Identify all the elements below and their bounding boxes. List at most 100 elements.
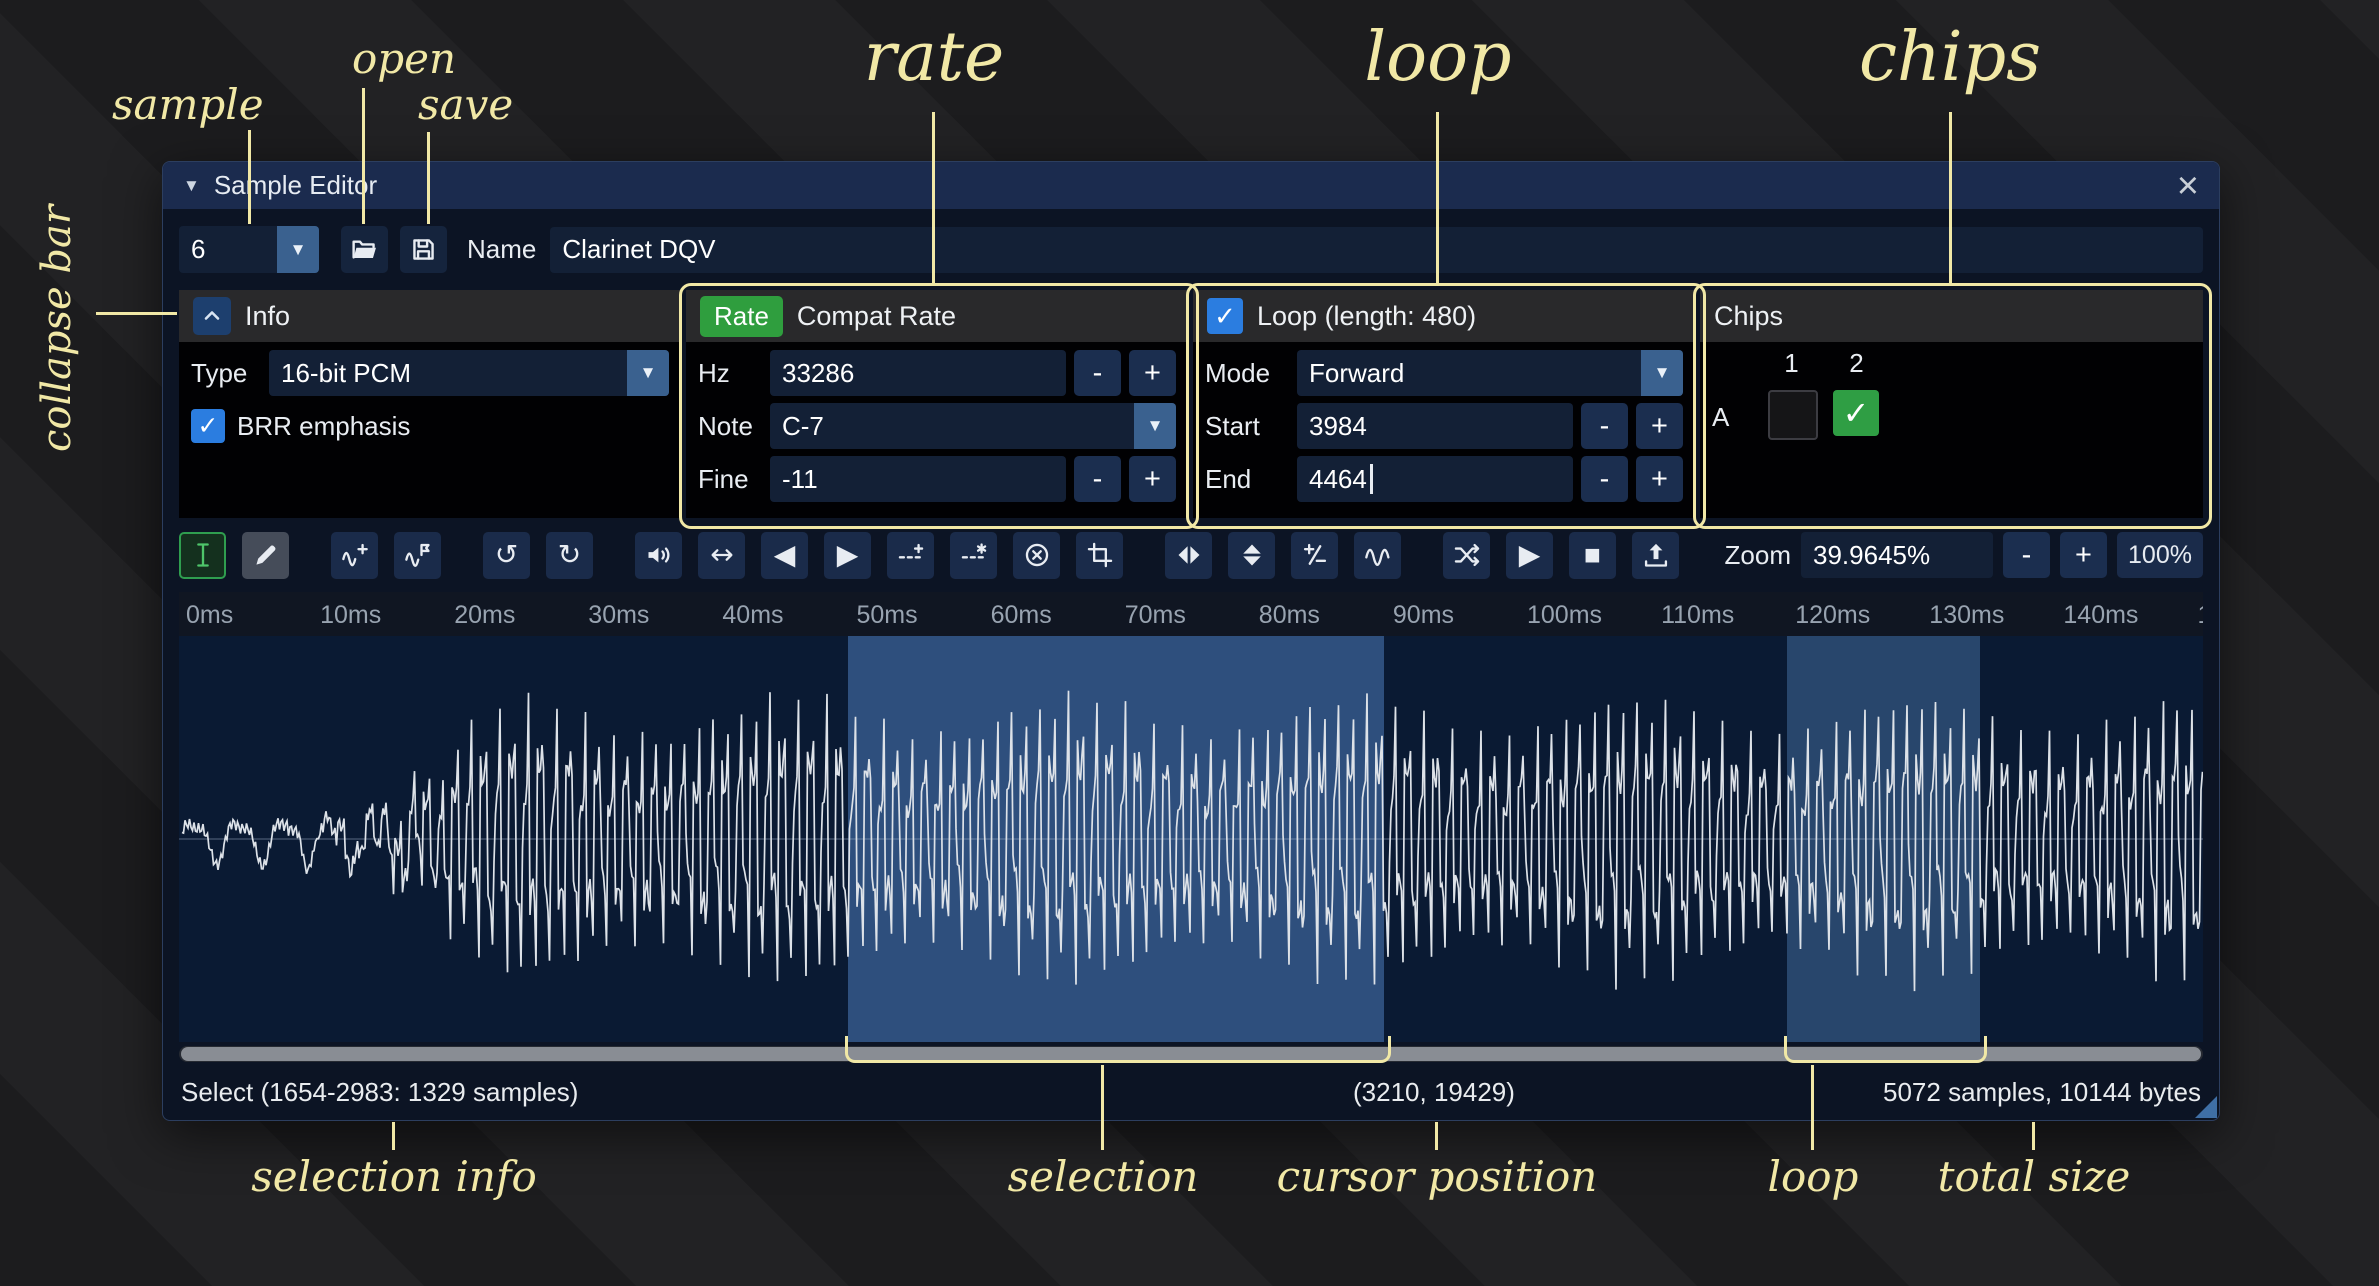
chevron-down-icon: ▼ [1641, 350, 1683, 396]
loop-end-increase-button[interactable]: + [1636, 456, 1683, 502]
preview-button[interactable]: ▶ [1506, 532, 1553, 579]
timeline-label: 110ms [1661, 601, 1734, 630]
loop-start-increase-button[interactable]: + [1636, 403, 1683, 449]
fine-label: Fine [698, 464, 770, 495]
chevron-down-icon: ▼ [1134, 403, 1176, 449]
waveform-scrollbar[interactable] [179, 1046, 2203, 1062]
fine-increase-button[interactable]: + [1129, 456, 1176, 502]
sample-toolbar: ↺ ↻ ◀ ▶ ▶ ■ Zoom 39.9645% - + 100% [179, 530, 2203, 580]
hz-decrease-button[interactable]: - [1074, 350, 1121, 396]
arrows-h-icon [708, 541, 736, 569]
reverse-button[interactable] [1165, 532, 1212, 579]
loop-start-input[interactable]: 3984 [1297, 403, 1573, 449]
timeline-label: 80ms [1259, 601, 1320, 630]
zoom-in-button[interactable]: + [2060, 532, 2107, 578]
sample-selector-value: 6 [179, 226, 277, 273]
wave-flag-icon [404, 541, 432, 569]
sample-type-dropdown[interactable]: 16-bit PCM ▼ [269, 350, 669, 396]
loop-mode-dropdown[interactable]: Forward ▼ [1297, 350, 1683, 396]
note-dropdown[interactable]: C-7 ▼ [770, 403, 1176, 449]
annotation-total-size: total size [1938, 1152, 2131, 1201]
hz-increase-button[interactable]: + [1129, 350, 1176, 396]
amplify-button[interactable] [635, 532, 682, 579]
reset-zoom-button[interactable]: 100% [2117, 532, 2203, 578]
cross-arrows-icon [1453, 541, 1481, 569]
folder-open-icon [350, 235, 379, 264]
titlebar[interactable]: ▼ Sample Editor × [163, 162, 2219, 209]
annotation-line-selection-info [392, 1122, 395, 1150]
brr-emphasis-checkbox[interactable]: ✓ [191, 409, 225, 443]
note-label: Note [698, 411, 770, 442]
loop-end-input[interactable]: 4464 [1297, 456, 1573, 502]
draw-tool-button[interactable] [242, 532, 289, 579]
sign-convert-button[interactable] [1291, 532, 1338, 579]
circle-x-icon [1023, 541, 1051, 569]
mirror-tri-icon [1175, 541, 1203, 569]
undo-icon: ↺ [495, 541, 518, 569]
timeline-ruler: 0ms10ms20ms30ms40ms50ms60ms70ms80ms90ms1… [179, 592, 2203, 636]
name-label: Name [467, 234, 536, 265]
waveform-plot [179, 636, 2203, 1042]
apply-silence-button[interactable] [950, 532, 997, 579]
normalize-button[interactable] [698, 532, 745, 579]
info-panel-title: Info [245, 301, 290, 332]
fine-decrease-button[interactable]: - [1074, 456, 1121, 502]
waveform-view[interactable] [179, 636, 2203, 1042]
dash-star-icon [960, 541, 988, 569]
annotation-selection: selection [1008, 1152, 1199, 1201]
zoom-out-button[interactable]: - [2003, 532, 2050, 578]
open-button[interactable] [341, 226, 388, 273]
window-collapse-icon[interactable]: ▼ [183, 176, 200, 196]
crossfade-loop-button[interactable] [1443, 532, 1490, 579]
collapse-info-button[interactable] [193, 297, 231, 335]
stop-icon: ■ [1584, 541, 1601, 569]
play-icon: ▶ [1519, 541, 1541, 569]
make-instrument-button[interactable] [1632, 532, 1679, 579]
close-icon[interactable]: × [2177, 167, 2199, 205]
annotation-cursor-position: cursor position [1277, 1152, 1598, 1201]
scrollbar-thumb[interactable] [181, 1047, 2201, 1061]
status-bar: Select (1654-2983: 1329 samples) (3210, … [179, 1066, 2203, 1116]
resize-button[interactable] [331, 532, 378, 579]
text-caret [1370, 464, 1373, 494]
fade-in-button[interactable]: ◀ [761, 532, 808, 579]
chip-1-checkbox[interactable] [1768, 390, 1818, 440]
select-tool-button[interactable] [179, 532, 226, 579]
name-input[interactable]: Clarinet DQV [550, 227, 2203, 273]
resize-grip[interactable] [2195, 1096, 2217, 1118]
chips-panel-title: Chips [1714, 301, 1783, 332]
filter-button[interactable] [1354, 532, 1401, 579]
zoom-input[interactable]: 39.9645% [1801, 532, 1993, 578]
annotation-collapse-bar: collapse bar [34, 205, 80, 452]
timeline-label: 70ms [1125, 601, 1186, 630]
insert-silence-button[interactable] [887, 532, 934, 579]
loop-end-decrease-button[interactable]: - [1581, 456, 1628, 502]
loop-enable-checkbox[interactable]: ✓ [1207, 298, 1243, 334]
info-panel: Info Type 16-bit PCM ▼ ✓ BRR emphasis [179, 290, 681, 518]
fade-in-icon: ◀ [774, 541, 796, 569]
zoom-label: Zoom [1725, 540, 1791, 571]
loop-start-decrease-button[interactable]: - [1581, 403, 1628, 449]
undo-button[interactable]: ↺ [483, 532, 530, 579]
loop-end-label: End [1205, 464, 1297, 495]
zoom-controls: Zoom 39.9645% - + 100% [1725, 532, 2203, 578]
sample-selector[interactable]: 6 ▼ [179, 226, 319, 273]
speaker-icon [645, 541, 673, 569]
annotation-selection-info: selection info [251, 1152, 537, 1201]
resample-button[interactable] [394, 532, 441, 579]
fade-out-button[interactable]: ▶ [824, 532, 871, 579]
fine-input[interactable]: -11 [770, 456, 1066, 502]
invert-button[interactable] [1228, 532, 1275, 579]
trim-button[interactable] [1076, 532, 1123, 579]
chip-column-2: 2 [1833, 348, 1880, 379]
timeline-label: 50ms [857, 601, 918, 630]
save-button[interactable] [400, 226, 447, 273]
rate-badge[interactable]: Rate [700, 296, 783, 337]
redo-button[interactable]: ↻ [546, 532, 593, 579]
stop-preview-button[interactable]: ■ [1569, 532, 1616, 579]
dash-plus-icon [897, 541, 925, 569]
delete-button[interactable] [1013, 532, 1060, 579]
hz-input[interactable]: 33286 [770, 350, 1066, 396]
chip-2-checkbox[interactable]: ✓ [1833, 390, 1879, 436]
flip-tri-icon [1238, 541, 1266, 569]
